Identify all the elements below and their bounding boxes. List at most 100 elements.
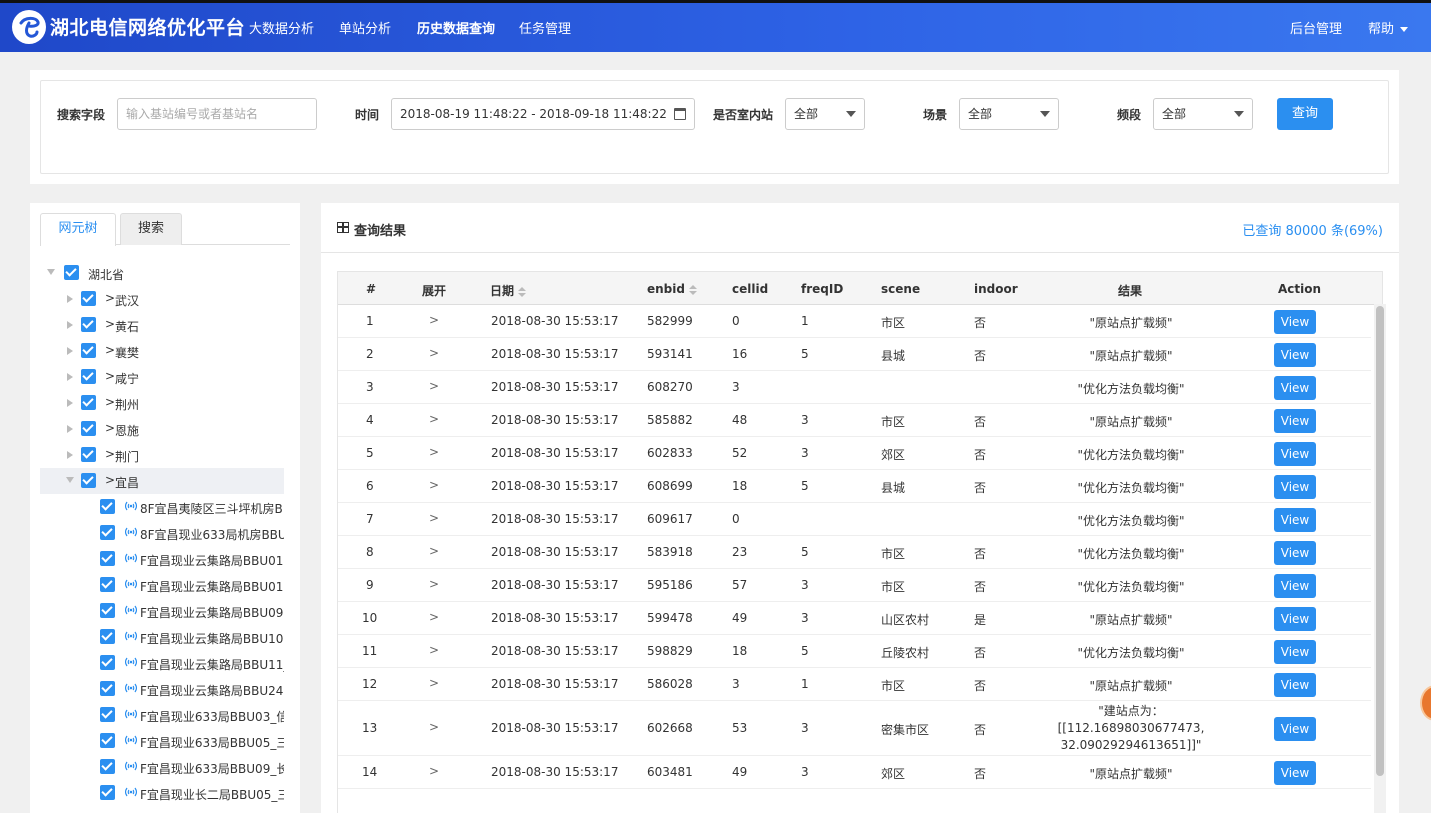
sort-icon[interactable] (518, 286, 527, 297)
tree-node-site[interactable]: F宜昌现业云集路局BBU24 (40, 676, 284, 702)
nav-single-site[interactable]: 单站分析 (339, 18, 391, 37)
view-button[interactable]: View (1274, 342, 1316, 367)
telecom-logo-icon[interactable] (12, 10, 46, 44)
checkbox-checked[interactable] (81, 369, 96, 384)
checkbox-checked[interactable] (100, 499, 115, 514)
floating-widget[interactable] (1420, 685, 1431, 721)
calendar-icon[interactable] (674, 108, 686, 120)
brand-title[interactable]: 湖北电信网络优化平台 (50, 13, 245, 40)
collapse-triangle-icon[interactable] (67, 399, 73, 407)
tab-network-tree[interactable]: 网元树 (40, 213, 116, 246)
nav-task-manage[interactable]: 任务管理 (519, 18, 571, 37)
tree-node-city[interactable]: > 荆门 (40, 442, 284, 468)
expand-chevron-icon[interactable]: > (429, 610, 439, 624)
checkbox-checked[interactable] (100, 785, 115, 800)
scrollbar-thumb[interactable] (1376, 306, 1384, 776)
tree-node-site[interactable]: F宜昌现业633局BBU09_长 (40, 754, 284, 780)
tree-node-site[interactable]: F宜昌现业云集路局BBU10 (40, 624, 284, 650)
view-button[interactable]: View (1274, 474, 1316, 499)
tab-search[interactable]: 搜索 (120, 213, 182, 245)
tree-node-site[interactable]: 8F宜昌现业633局机房BBU (40, 520, 284, 546)
expand-chevron-icon[interactable]: > (429, 313, 439, 327)
checkbox-checked[interactable] (81, 317, 96, 332)
collapse-triangle-icon[interactable] (67, 321, 73, 329)
expand-chevron-icon[interactable]: > (429, 643, 439, 657)
view-button[interactable]: View (1274, 573, 1316, 598)
expand-chevron-icon[interactable]: > (429, 720, 439, 734)
checkbox-checked[interactable] (100, 681, 115, 696)
expand-chevron-icon[interactable]: > (429, 478, 439, 492)
checkbox-checked[interactable] (100, 551, 115, 566)
collapse-triangle-icon[interactable] (67, 347, 73, 355)
expand-chevron-icon[interactable]: > (429, 764, 439, 778)
expand-chevron-icon[interactable]: > (429, 412, 439, 426)
view-button[interactable]: View (1274, 375, 1316, 400)
checkbox-checked[interactable] (81, 473, 96, 488)
view-button[interactable]: View (1274, 408, 1316, 433)
tree-node-city[interactable]: > 黄石 (40, 312, 284, 338)
tree-node-site[interactable]: F宜昌现业633局BBU05_三 (40, 728, 284, 754)
checkbox-checked[interactable] (81, 447, 96, 462)
column-header[interactable]: 日期 (490, 282, 527, 299)
query-button[interactable]: 查询 (1277, 98, 1333, 130)
expand-chevron-icon[interactable]: > (429, 577, 439, 591)
expand-chevron-icon[interactable]: > (429, 544, 439, 558)
nav-admin[interactable]: 后台管理 (1290, 18, 1342, 37)
freq-select[interactable]: 全部 (1153, 98, 1253, 130)
view-button[interactable]: View (1274, 639, 1316, 664)
time-range-input[interactable]: 2018-08-19 11:48:22 - 2018-09-18 11:48:2… (391, 98, 695, 130)
expand-triangle-icon[interactable] (47, 269, 55, 275)
checkbox-checked[interactable] (100, 759, 115, 774)
checkbox-checked[interactable] (81, 421, 96, 436)
tree-node-city[interactable]: > 宜昌 (40, 468, 284, 494)
view-button[interactable]: View (1274, 540, 1316, 565)
sort-icon[interactable] (688, 284, 697, 295)
tree-node-site[interactable]: F宜昌现业云集路局BBU01 (40, 546, 284, 572)
tree-node-city[interactable]: > 恩施 (40, 416, 284, 442)
checkbox-checked[interactable] (81, 291, 96, 306)
tree-node-site[interactable]: F宜昌现业云集路局BBU01 (40, 572, 284, 598)
checkbox-checked[interactable] (100, 707, 115, 722)
tree-node-site[interactable]: F宜昌现业云集路局BBU09 (40, 598, 284, 624)
tree-node-site[interactable]: 8F宜昌夷陵区三斗坪机房B (40, 494, 284, 520)
tree-node-city[interactable]: > 襄樊 (40, 338, 284, 364)
nav-help[interactable]: 帮助 (1368, 18, 1409, 37)
checkbox-checked[interactable] (100, 525, 115, 540)
collapse-triangle-icon[interactable] (67, 373, 73, 381)
collapse-triangle-icon[interactable] (67, 425, 73, 433)
view-button[interactable]: View (1274, 716, 1316, 741)
column-header[interactable]: enbid (647, 282, 697, 296)
checkbox-checked[interactable] (100, 629, 115, 644)
collapse-triangle-icon[interactable] (67, 451, 73, 459)
nav-history-query[interactable]: 历史数据查询 (417, 18, 495, 37)
checkbox-checked[interactable] (100, 603, 115, 618)
expand-triangle-icon[interactable] (66, 477, 74, 483)
view-button[interactable]: View (1274, 441, 1316, 466)
checkbox-checked[interactable] (100, 733, 115, 748)
expand-chevron-icon[interactable]: > (429, 676, 439, 690)
nav-bigdata[interactable]: 大数据分析 (249, 18, 314, 37)
tree-node-site[interactable]: F宜昌现业长二局BBU05_三 (40, 780, 284, 806)
checkbox-checked[interactable] (100, 577, 115, 592)
checkbox-checked[interactable] (64, 265, 79, 280)
expand-chevron-icon[interactable]: > (429, 379, 439, 393)
expand-chevron-icon[interactable]: > (429, 445, 439, 459)
expand-chevron-icon[interactable]: > (429, 511, 439, 525)
view-button[interactable]: View (1274, 309, 1316, 334)
view-button[interactable]: View (1274, 606, 1316, 631)
tree-node-root[interactable]: 湖北省 (40, 260, 284, 286)
tree-node-site[interactable]: F宜昌现业云集路局BBU11_ (40, 650, 284, 676)
tree-node-city[interactable]: > 咸宁 (40, 364, 284, 390)
expand-chevron-icon[interactable]: > (429, 346, 439, 360)
checkbox-checked[interactable] (81, 343, 96, 358)
tree-node-city[interactable]: > 武汉 (40, 286, 284, 312)
indoor-select[interactable]: 全部 (785, 98, 865, 130)
checkbox-checked[interactable] (81, 395, 96, 410)
tree-node-site[interactable]: F宜昌现业633局BBU03_信 (40, 702, 284, 728)
tree-node-city[interactable]: > 荆州 (40, 390, 284, 416)
view-button[interactable]: View (1274, 507, 1316, 532)
view-button[interactable]: View (1274, 760, 1316, 785)
checkbox-checked[interactable] (100, 655, 115, 670)
search-input[interactable]: 输入基站编号或者基站名 (117, 98, 317, 130)
collapse-triangle-icon[interactable] (67, 295, 73, 303)
